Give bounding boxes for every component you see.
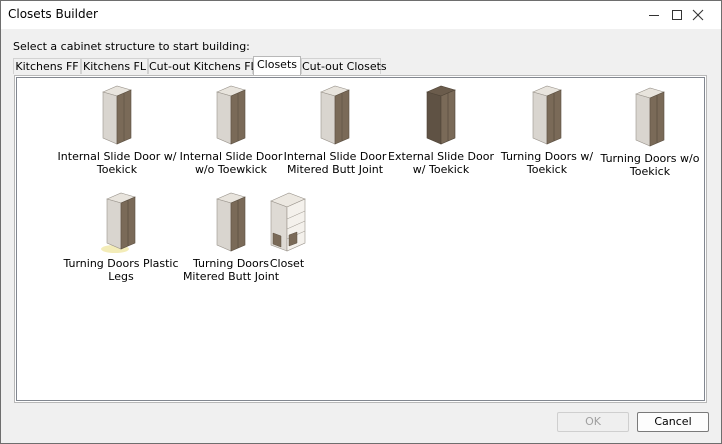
tab-cutout-closets[interactable]: Cut-out Closets <box>301 58 387 74</box>
external-slide-wardrobe-icon <box>426 85 456 145</box>
structure-label: Turning Doors w/ <box>500 150 594 163</box>
hinged-wardrobe-icon <box>532 85 562 145</box>
structure-label: External Slide Door <box>388 150 494 163</box>
sliding-wardrobe-icon <box>320 85 350 145</box>
structure-label: Toekick <box>526 163 568 176</box>
structure-internal-slide-no-toekick[interactable]: Internal Slide Door w/o Toewkick <box>171 80 291 184</box>
open-closet-icon <box>270 192 306 252</box>
maximize-button[interactable] <box>631 1 682 29</box>
structure-label: Internal Slide Door w/ <box>57 150 177 163</box>
structure-label: Closet <box>269 257 305 270</box>
structure-label: Internal Slide Door <box>179 150 283 163</box>
structure-label: Legs <box>108 270 134 283</box>
tab-closets[interactable]: Closets <box>253 56 301 75</box>
structure-closet[interactable]: Closet <box>227 187 347 291</box>
structure-external-slide-toekick[interactable]: External Slide Door w/ Toekick <box>381 80 501 184</box>
structure-label: Turning Doors Plastic <box>63 257 179 270</box>
structure-internal-slide-mitered[interactable]: Internal Slide Door Mitered Butt Joint <box>275 80 395 184</box>
structure-label: w/o Toewkick <box>194 163 268 176</box>
closets-builder-window: Closets Builder Select a cabinet structu… <box>0 0 722 444</box>
structure-label: Toekick <box>629 165 671 178</box>
structure-internal-slide-toekick[interactable]: Internal Slide Door w/Toekick <box>57 80 177 184</box>
sliding-wardrobe-icon <box>216 85 246 145</box>
window-title: Closets Builder <box>8 7 98 21</box>
tab-cutout-kitchens-fl[interactable]: Cut-out Kitchens FL <box>148 58 257 74</box>
structures-list: Internal Slide Door w/Toekick Internal S… <box>16 77 705 401</box>
structure-turning-toekick[interactable]: Turning Doors w/Toekick <box>487 80 607 184</box>
tab-kitchens-fl[interactable]: Kitchens FL <box>81 58 148 74</box>
structures-panel: Internal Slide Door w/Toekick Internal S… <box>14 75 707 403</box>
structure-label: Toekick <box>96 163 138 176</box>
sliding-wardrobe-icon <box>102 85 132 145</box>
close-button[interactable] <box>675 1 721 29</box>
structure-label: Internal Slide Door <box>283 150 387 163</box>
title-bar[interactable]: Closets Builder <box>1 1 721 29</box>
structure-turning-plastic-legs[interactable]: Turning Doors Plastic Legs <box>61 187 181 291</box>
instruction-text: Select a cabinet structure to start buil… <box>13 40 250 53</box>
structure-turning-no-toekick[interactable]: Turning Doors w/o Toekick <box>590 82 710 186</box>
hinged-wardrobe-icon <box>635 87 665 147</box>
structure-label: w/ Toekick <box>412 163 470 176</box>
close-icon <box>692 9 704 21</box>
hinged-wardrobe-legs-icon <box>101 192 136 253</box>
structure-label: Mitered Butt Joint <box>286 163 384 176</box>
ok-button[interactable]: OK <box>557 412 629 432</box>
tab-kitchens-ff[interactable]: Kitchens FF <box>13 58 81 74</box>
cancel-button[interactable]: Cancel <box>637 412 709 432</box>
structure-label: Turning Doors w/o <box>600 152 700 165</box>
